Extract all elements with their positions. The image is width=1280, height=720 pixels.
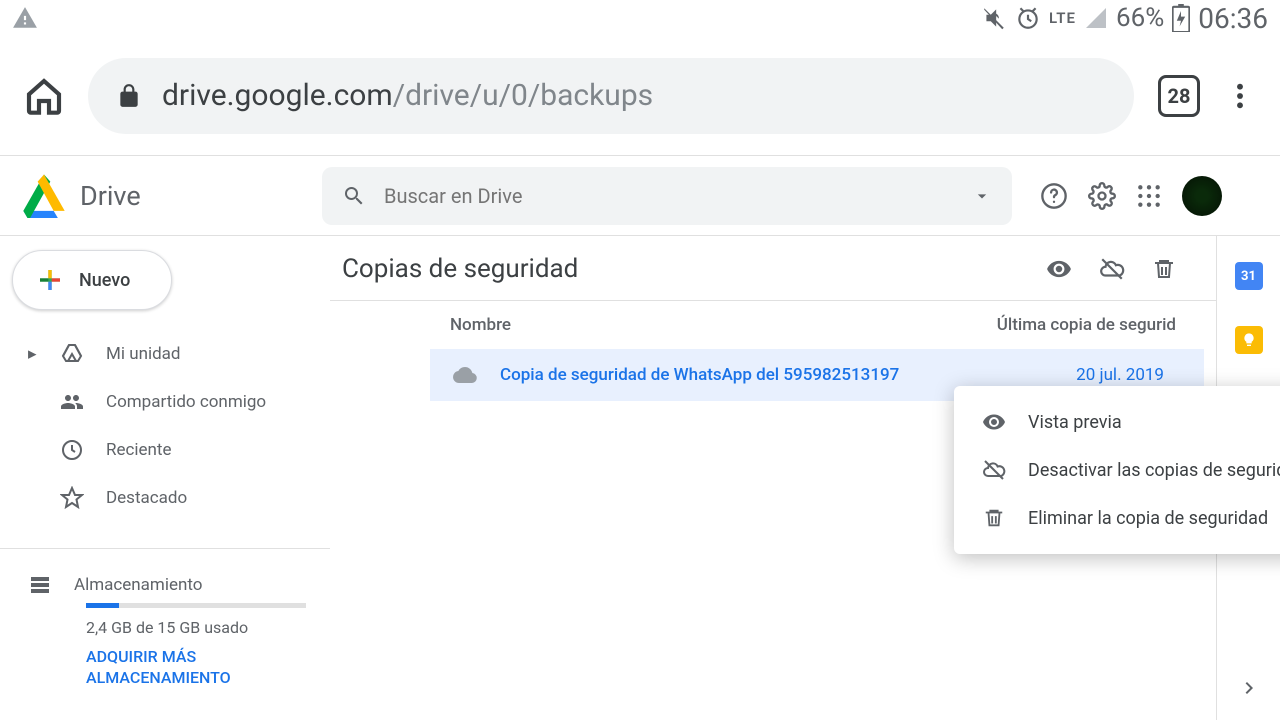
storage-progress (86, 603, 306, 608)
warning-icon (12, 5, 38, 31)
cloud-off-icon[interactable] (1098, 256, 1126, 282)
clock-time: 06:36 (1198, 2, 1268, 35)
col-last-backup[interactable]: Última copia de segurid (997, 315, 1176, 335)
battery-percentage: 66% (1116, 3, 1164, 33)
drive-app-name: Drive (80, 180, 141, 212)
tab-switcher[interactable]: 28 (1158, 75, 1200, 117)
clock-icon (60, 438, 84, 462)
url-bar[interactable]: drive.google.com/drive/u/0/backups (88, 58, 1134, 134)
more-icon[interactable] (1224, 76, 1256, 116)
signal-icon (1084, 6, 1108, 30)
lock-icon (116, 81, 142, 111)
eye-icon (982, 410, 1006, 434)
storage-used-text: 2,4 GB de 15 GB usado (86, 618, 302, 637)
cloud-off-icon (982, 458, 1006, 482)
column-headers: Nombre Última copia de segurid (330, 301, 1216, 349)
storage-upgrade-link[interactable]: ADQUIRIR MÁS ALMACENAMIENTO (86, 647, 302, 689)
cm-disable-backup[interactable]: Desactivar las copias de seguridad (954, 446, 1280, 494)
drive-logo[interactable]: Drive (20, 174, 310, 218)
alarm-icon (1015, 5, 1041, 31)
nav-item-label: Mi unidad (106, 344, 181, 364)
preview-icon[interactable] (1046, 256, 1072, 282)
url-path: /drive/u/0/backups (393, 78, 653, 113)
url-domain: drive.google.com (162, 78, 393, 113)
main-content: Copias de seguridad Nombre Última copia … (330, 236, 1216, 720)
main-header: Copias de seguridad (330, 254, 1216, 301)
backup-name: Copia de seguridad de WhatsApp del 59598… (500, 365, 1076, 385)
chrome-toolbar: drive.google.com/drive/u/0/backups 28 (0, 36, 1280, 156)
battery-charging-icon (1172, 4, 1190, 32)
settings-icon[interactable] (1088, 182, 1116, 210)
backup-date: 20 jul. 2019 (1076, 365, 1164, 385)
nav-recent[interactable]: Reciente (0, 426, 330, 474)
search-input[interactable] (384, 184, 954, 208)
nav-item-label: Reciente (106, 440, 172, 460)
help-icon[interactable] (1040, 182, 1068, 210)
dropdown-icon[interactable] (972, 186, 992, 206)
home-icon[interactable] (24, 76, 64, 116)
cm-item-label: Desactivar las copias de seguridad (1028, 460, 1280, 481)
nav-my-drive[interactable]: ▸ Mi unidad (0, 330, 330, 378)
calendar-app-icon[interactable]: 31 (1235, 262, 1263, 290)
cm-item-label: Eliminar la copia de seguridad (1028, 508, 1268, 529)
apps-icon[interactable] (1136, 183, 1162, 209)
cm-preview[interactable]: Vista previa (954, 398, 1280, 446)
sidebar: Nuevo ▸ Mi unidad Compartido conmigo Rec… (0, 236, 330, 720)
people-icon (60, 390, 84, 414)
chevron-right-icon[interactable] (1237, 676, 1261, 700)
cm-item-label: Vista previa (1028, 412, 1122, 433)
keep-app-icon[interactable] (1235, 326, 1263, 354)
url-text: drive.google.com/drive/u/0/backups (162, 78, 653, 113)
col-name[interactable]: Nombre (450, 315, 997, 335)
nav-item-label: Destacado (106, 488, 187, 508)
nav-item-label: Compartido conmigo (106, 392, 266, 412)
new-button[interactable]: Nuevo (12, 250, 172, 310)
lte-indicator: LTE (1049, 9, 1076, 27)
drive-header: Drive (0, 156, 1280, 236)
account-avatar[interactable] (1182, 176, 1222, 216)
android-status-bar: LTE 66% 06:36 (0, 0, 1280, 36)
trash-icon (982, 506, 1006, 530)
nav-shared[interactable]: Compartido conmigo (0, 378, 330, 426)
search-icon (342, 184, 366, 208)
drive-icon (60, 342, 84, 366)
context-menu: Vista previa Desactivar las copias de se… (954, 386, 1280, 554)
storage-label: Almacenamiento (74, 575, 202, 595)
search-box[interactable] (322, 167, 1012, 225)
cloud-icon (450, 363, 480, 387)
page-title: Copias de seguridad (342, 254, 578, 284)
storage-icon (28, 573, 52, 597)
cm-delete-backup[interactable]: Eliminar la copia de seguridad (954, 494, 1280, 542)
caret-right-icon: ▸ (28, 344, 38, 364)
new-button-label: Nuevo (79, 270, 130, 291)
mute-icon (981, 5, 1007, 31)
star-icon (60, 486, 84, 510)
nav-starred[interactable]: Destacado (0, 474, 330, 522)
storage-section: Almacenamiento 2,4 GB de 15 GB usado ADQ… (0, 548, 330, 689)
delete-icon[interactable] (1152, 256, 1176, 282)
